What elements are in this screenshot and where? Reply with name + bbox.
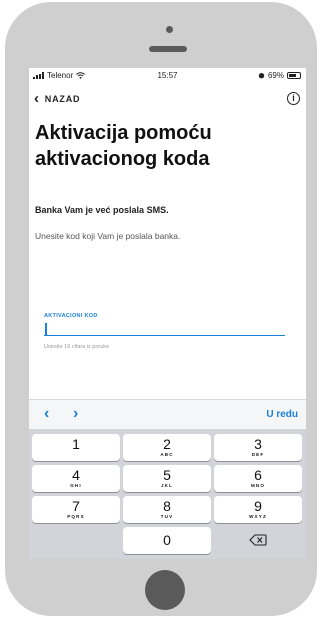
battery-level-fill <box>289 74 296 77</box>
key-7[interactable]: 7 PQRS <box>32 496 120 523</box>
key-2[interactable]: 2 ABC <box>123 434 211 461</box>
delete-key[interactable] <box>214 527 302 554</box>
status-bar: Telenor 15:57 69% <box>29 68 306 84</box>
back-button[interactable]: ‹ NAZAD <box>34 90 81 107</box>
activation-code-hint: Unesite 16 cifara iz poruke <box>44 344 110 350</box>
delete-backspace-icon <box>249 534 267 546</box>
status-right: 69% <box>258 71 301 80</box>
key-8-number: 8 <box>163 498 171 514</box>
page-title: Aktivacija pomoću aktivacionog koda <box>35 120 300 172</box>
chevron-left-icon: ‹ <box>34 90 40 107</box>
key-2-letters: ABC <box>160 452 174 457</box>
home-button[interactable] <box>145 570 185 610</box>
key-2-number: 2 <box>163 436 171 452</box>
next-field-button[interactable]: › <box>73 405 78 423</box>
back-label: NAZAD <box>44 94 81 104</box>
key-5[interactable]: 5 JKL <box>123 465 211 492</box>
key-9[interactable]: 9 WXYZ <box>214 496 302 523</box>
page-title-line-2: aktivacionog koda <box>35 148 210 170</box>
done-button[interactable]: U redu <box>266 409 298 420</box>
phone-screen: Telenor 15:57 69% ‹ NAZAD i Aktivacija p… <box>29 68 306 559</box>
key-5-letters: JKL <box>160 483 174 488</box>
key-0-number: 0 <box>163 532 171 548</box>
key-1[interactable]: 1 <box>32 434 120 461</box>
battery-icon <box>287 72 301 79</box>
camera-dot <box>166 26 173 33</box>
key-9-letters: WXYZ <box>249 514 267 519</box>
keyboard-toolbar: ‹ › U redu <box>29 399 306 429</box>
key-5-number: 5 <box>163 467 171 483</box>
key-7-number: 7 <box>72 498 80 514</box>
key-3-number: 3 <box>254 436 262 452</box>
key-6-number: 6 <box>254 467 262 483</box>
key-3[interactable]: 3 DEF <box>214 434 302 461</box>
alarm-icon <box>258 73 265 79</box>
key-7-letters: PQRS <box>67 514 85 519</box>
info-icon[interactable]: i <box>287 92 300 105</box>
navigation-bar: ‹ NAZAD i <box>29 88 306 112</box>
key-8[interactable]: 8 TUV <box>123 496 211 523</box>
key-3-letters: DEF <box>251 452 265 457</box>
previous-field-button[interactable]: ‹ <box>44 405 49 423</box>
text-cursor <box>45 323 47 335</box>
key-4[interactable]: 4 GHI <box>32 465 120 492</box>
key-6[interactable]: 6 MNO <box>214 465 302 492</box>
key-8-letters: TUV <box>160 514 174 519</box>
battery-percent: 69% <box>267 71 284 80</box>
instruction-text: Unesite kod koji Vam je poslala banka. <box>35 231 181 241</box>
key-6-letters: MNO <box>250 483 266 488</box>
activation-code-input[interactable] <box>44 322 285 336</box>
numeric-keypad: 1 2 ABC 3 DEF 4 GHI 5 JKL 6 MNO 7 PQRS 8 <box>29 429 306 559</box>
key-9-number: 9 <box>254 498 262 514</box>
activation-code-label: AKTIVACIONI KOD <box>44 313 98 319</box>
page-title-line-1: Aktivacija pomoću <box>35 122 212 144</box>
sms-notice: Banka Vam je već poslala SMS. <box>35 205 169 215</box>
key-4-number: 4 <box>72 467 80 483</box>
speaker-grille <box>149 46 187 52</box>
key-0[interactable]: 0 <box>123 527 211 554</box>
key-1-number: 1 <box>72 436 80 452</box>
key-4-letters: GHI <box>70 483 82 488</box>
